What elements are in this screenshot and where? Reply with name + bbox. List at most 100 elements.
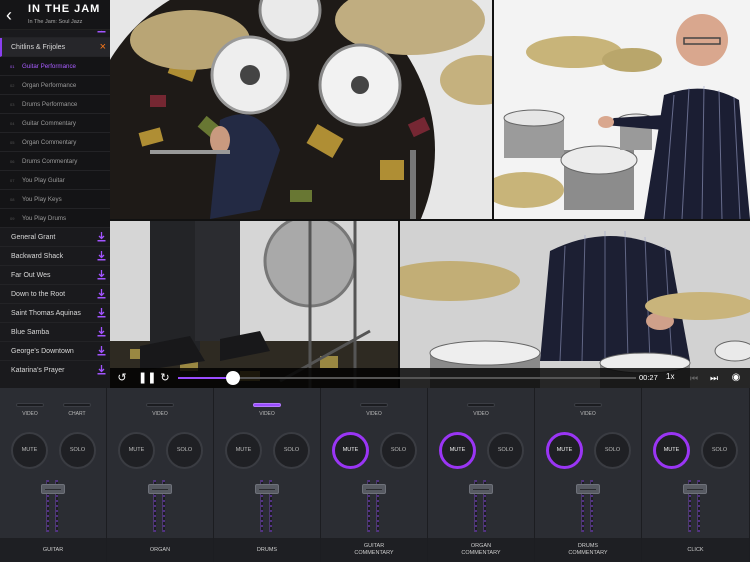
drummer-side-image (494, 0, 750, 219)
volume-fader[interactable] (354, 480, 394, 532)
download-icon[interactable] (97, 346, 106, 356)
close-icon[interactable]: × (100, 38, 106, 57)
volume-fader[interactable] (33, 480, 73, 532)
song-item[interactable]: General Grant (0, 228, 110, 247)
track-sidebar: WelcomeChitlins & Frijoles×01Guitar Perf… (0, 0, 110, 388)
song-title: George's Downtown (11, 348, 74, 355)
mute-button[interactable]: MUTE (653, 432, 690, 469)
pause-icon[interactable]: ❚❚ (138, 371, 156, 385)
mute-button[interactable]: MUTE (546, 432, 583, 469)
video-toggle[interactable]: VIDEO (253, 403, 281, 417)
track-number: 02 (10, 83, 15, 88)
fader-handle[interactable] (41, 484, 65, 495)
track-version-item[interactable]: 04 Guitar Commentary (0, 114, 110, 133)
toggle-led (574, 403, 602, 407)
track-version-item[interactable]: 03 Drums Performance (0, 95, 110, 114)
download-icon[interactable] (97, 365, 106, 375)
channel-name: CLICK (687, 546, 704, 553)
fader-handle[interactable] (683, 484, 707, 495)
solo-button[interactable]: SOLO (380, 432, 417, 469)
track-version-item[interactable]: 08 You Play Keys (0, 190, 110, 209)
track-version-item[interactable]: 09 You Play Drums (0, 209, 110, 228)
scrub-handle[interactable] (225, 371, 240, 385)
channel-name-line2: COMMENTARY (568, 550, 608, 556)
volume-fader[interactable] (675, 480, 715, 532)
volume-fader[interactable] (568, 480, 608, 532)
fader-handle[interactable] (469, 484, 493, 495)
fader-handle[interactable] (576, 484, 600, 495)
track-version-item[interactable]: 02 Organ Performance (0, 76, 110, 95)
volume-fader[interactable] (461, 480, 501, 532)
download-icon[interactable] (97, 270, 106, 280)
video-toggle[interactable]: VIDEO (467, 403, 495, 417)
channel-name: ORGAN (149, 546, 171, 553)
song-title: Chitlins & Frijoles (11, 44, 66, 51)
forward-icon[interactable]: ↻ (158, 371, 172, 385)
channel-label: GUITAR (0, 538, 106, 562)
download-icon[interactable] (97, 289, 106, 299)
download-icon[interactable] (97, 232, 106, 242)
video-pane-overhead[interactable] (110, 0, 492, 219)
video-pane-side[interactable] (494, 0, 750, 219)
download-icon[interactable] (97, 251, 106, 261)
track-number: 04 (10, 121, 15, 126)
channel-strip: VIDEO MUTE SOLO ORGAN COMMENTARY (428, 388, 535, 562)
download-icon[interactable] (97, 327, 106, 337)
mute-button[interactable]: MUTE (11, 432, 48, 469)
track-version-item[interactable]: 07 You Play Guitar (0, 171, 110, 190)
previous-icon[interactable]: ⏮ (687, 371, 701, 385)
eye-icon[interactable]: ◉ (728, 371, 744, 385)
channel-label: ORGAN COMMENTARY (428, 538, 534, 562)
toggle-led (467, 403, 495, 407)
song-item[interactable]: Katarina's Prayer (0, 361, 110, 377)
fader-handle[interactable] (255, 484, 279, 495)
next-icon[interactable]: ⏭ (707, 371, 721, 385)
mute-button[interactable]: MUTE (439, 432, 476, 469)
track-version-item[interactable]: 05 Organ Commentary (0, 133, 110, 152)
rewind-icon[interactable]: ↺ (115, 371, 129, 385)
fader-handle[interactable] (148, 484, 172, 495)
scrub-bar[interactable] (178, 371, 636, 385)
song-item[interactable]: Chitlins & Frijoles × (0, 38, 110, 57)
solo-button[interactable]: SOLO (594, 432, 631, 469)
mute-button[interactable]: MUTE (225, 432, 262, 469)
song-list[interactable]: WelcomeChitlins & Frijoles×01Guitar Perf… (0, 19, 110, 377)
song-item[interactable]: Saint Thomas Aquinas (0, 304, 110, 323)
mute-button[interactable]: MUTE (332, 432, 369, 469)
track-version-item[interactable]: 01 Guitar Performance (0, 57, 110, 76)
track-version-item[interactable]: 06 Drums Commentary (0, 152, 110, 171)
fader-handle[interactable] (362, 484, 386, 495)
video-toggle[interactable]: VIDEO (146, 403, 174, 417)
song-item[interactable]: Blue Samba (0, 323, 110, 342)
solo-button[interactable]: SOLO (59, 432, 96, 469)
song-item[interactable]: George's Downtown (0, 342, 110, 361)
playback-speed-button[interactable]: 1x (666, 372, 674, 381)
strip-toggles: VIDEO CHART (0, 403, 106, 423)
mute-button[interactable]: MUTE (118, 432, 155, 469)
video-toggle[interactable]: VIDEO (360, 403, 388, 417)
back-button[interactable]: ‹ (6, 6, 20, 24)
scrub-progress (178, 377, 233, 379)
song-item[interactable]: Down to the Root (0, 285, 110, 304)
video-toggle[interactable]: VIDEO (16, 403, 44, 417)
video-toggle[interactable]: CHART (63, 403, 91, 417)
song-item[interactable]: Backward Shack (0, 247, 110, 266)
video-toggle[interactable]: VIDEO (574, 403, 602, 417)
solo-button[interactable]: SOLO (701, 432, 738, 469)
toggle-led (253, 403, 281, 407)
solo-button[interactable]: SOLO (487, 432, 524, 469)
download-icon[interactable] (97, 308, 106, 318)
volume-fader[interactable] (140, 480, 180, 532)
solo-button[interactable]: SOLO (166, 432, 203, 469)
track-version-title: Guitar Commentary (22, 120, 76, 127)
video-pane-feet[interactable] (110, 221, 398, 388)
video-pane-front[interactable] (400, 221, 750, 388)
song-title: Katarina's Prayer (11, 367, 65, 374)
video-grid[interactable] (110, 0, 750, 388)
track-version-title: Drums Commentary (22, 158, 78, 165)
song-item[interactable]: Far Out Wes (0, 266, 110, 285)
volume-fader[interactable] (247, 480, 287, 532)
solo-button[interactable]: SOLO (273, 432, 310, 469)
channel-name: ORGAN (470, 543, 492, 549)
track-version-title: Organ Performance (22, 82, 77, 89)
